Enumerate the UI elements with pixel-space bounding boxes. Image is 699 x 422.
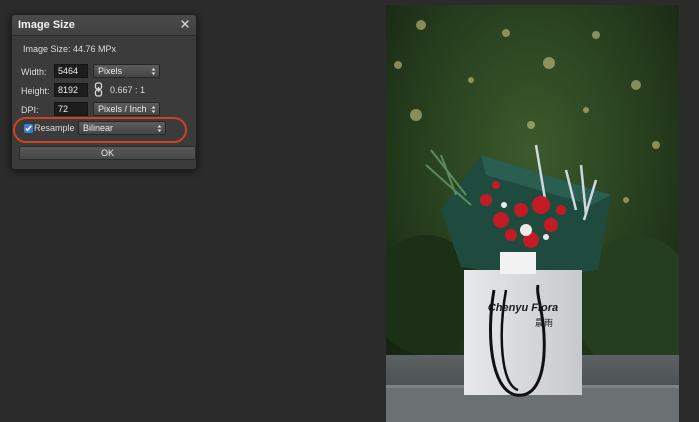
canvas-photo: Chenyu Flora 晨雨 — [386, 5, 679, 422]
dpi-label: DPI: — [21, 105, 39, 115]
width-unit-select[interactable]: Pixels — [93, 64, 160, 78]
image-size-dialog: Image Size Image Size: 44.76 MPx Width: … — [11, 14, 197, 170]
ok-button[interactable]: OK — [19, 146, 196, 160]
dialog-title: Image Size — [18, 19, 75, 31]
aspect-ratio-text: 0.667 : 1 — [110, 85, 146, 95]
dpi-unit-select[interactable]: Pixels / Inch — [93, 102, 160, 116]
image-size-info: Image Size: 44.76 MPx — [23, 44, 117, 54]
close-icon[interactable] — [179, 18, 191, 30]
height-input[interactable] — [54, 83, 88, 97]
dialog-titlebar[interactable]: Image Size — [12, 15, 196, 36]
height-label: Height: — [21, 86, 50, 96]
width-label: Width: — [21, 67, 47, 77]
dpi-input[interactable] — [54, 102, 88, 116]
chain-link-icon[interactable] — [94, 82, 103, 97]
width-input[interactable] — [54, 64, 88, 78]
width-unit-value: Pixels — [98, 66, 123, 76]
dpi-unit-value: Pixels / Inch — [98, 104, 147, 114]
annotation-highlight — [13, 117, 187, 143]
bag-brand-text: Chenyu Flora — [488, 302, 558, 314]
select-arrows-icon — [151, 68, 156, 75]
select-arrows-icon — [151, 106, 156, 113]
